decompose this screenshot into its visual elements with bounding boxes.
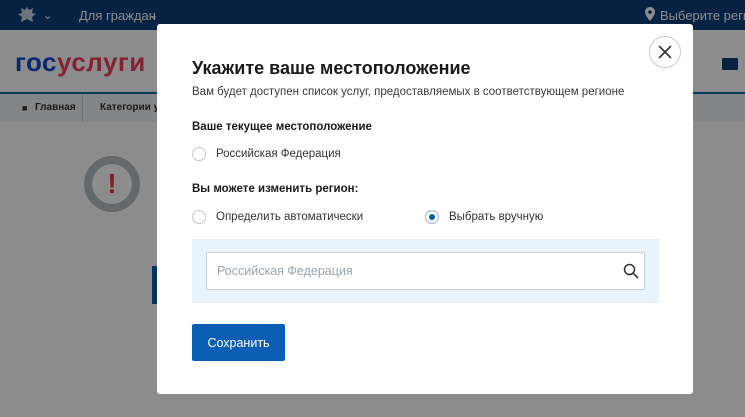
- current-location-label: Ваше текущее местоположение: [192, 121, 372, 133]
- region-search-box: [206, 252, 645, 290]
- modal-subtitle: Вам будет доступен список услуг, предост…: [192, 86, 625, 98]
- change-region-label: Вы можете изменить регион:: [192, 183, 359, 195]
- manual-select-radio[interactable]: [425, 210, 439, 224]
- search-icon[interactable]: [623, 263, 639, 279]
- auto-detect-radio[interactable]: [192, 210, 206, 224]
- location-modal: Укажите ваше местоположение Вам будет до…: [157, 24, 693, 394]
- auto-detect-label[interactable]: Определить автоматически: [216, 211, 363, 223]
- current-location-value[interactable]: Российская Федерация: [216, 148, 341, 160]
- manual-select-label[interactable]: Выбрать вручную: [449, 211, 543, 223]
- region-search-panel: [192, 239, 659, 303]
- modal-title: Укажите ваше местоположение: [192, 58, 471, 78]
- save-button[interactable]: Сохранить: [192, 324, 285, 361]
- close-icon: [658, 45, 672, 59]
- region-search-input[interactable]: [207, 253, 607, 289]
- close-button[interactable]: [649, 36, 681, 68]
- current-location-radio[interactable]: [192, 147, 206, 161]
